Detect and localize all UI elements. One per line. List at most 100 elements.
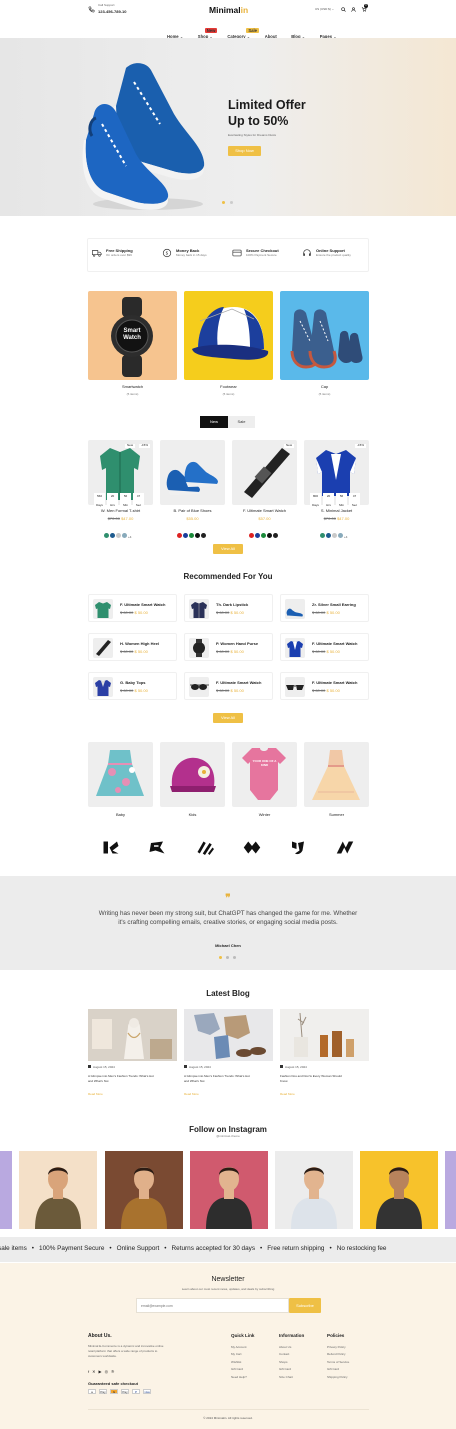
tab-new[interactable]: New xyxy=(200,416,228,428)
recommended-item-name[interactable]: H. Women High Heel xyxy=(120,641,159,646)
swatch[interactable] xyxy=(332,533,337,538)
blog-post-title[interactable]: A Glimpse into Men's Fashion Trends: Wha… xyxy=(88,1074,180,1084)
category-smartwatch-name[interactable]: Smartwatch xyxy=(88,384,177,389)
instagram-handle[interactable]: @minimaL.theme xyxy=(0,1134,456,1139)
swatch[interactable] xyxy=(249,533,254,538)
recommended-item[interactable]: G. Baby Tops $ 60.00 $ 50.00 xyxy=(88,672,177,700)
swatch[interactable] xyxy=(273,533,278,538)
product-card[interactable]: New xyxy=(232,440,297,505)
blog-post-title[interactable]: Fashion Dos and Don'ts Every Woman Shoul… xyxy=(280,1074,372,1084)
footer-link[interactable]: Refund Policy xyxy=(327,1352,349,1357)
view-all-button[interactable]: View All xyxy=(213,713,243,723)
instagram-post-image[interactable] xyxy=(0,1151,12,1229)
kids-category-winter-image[interactable]: YOUR ONE OF A KIND xyxy=(232,742,297,807)
instagram-post-image[interactable] xyxy=(360,1151,438,1229)
recommended-item[interactable]: Zr. Silver Small Earring $ 60.00 $ 50.00 xyxy=(280,594,369,622)
swatch[interactable] xyxy=(261,533,266,538)
recommended-item[interactable]: F. Ultimate Smart Watch $ 60.00 $ 50.00 xyxy=(88,594,177,622)
slider-dot[interactable] xyxy=(226,956,229,959)
recommended-item-name[interactable]: F. Ultimate Smart Watch xyxy=(312,641,357,646)
footer-link[interactable]: Terms of Service xyxy=(327,1360,349,1365)
product-card[interactable]: New -15% 560 Days 20 Hrs 56 Min 47 Sec xyxy=(88,440,153,512)
category-cap-image[interactable] xyxy=(280,291,369,380)
color-swatches[interactable] xyxy=(177,525,207,543)
swatch[interactable] xyxy=(183,533,188,538)
instagram-post-image[interactable] xyxy=(19,1151,97,1229)
swatch[interactable] xyxy=(177,533,182,538)
recommended-item-name[interactable]: F. Ultimate Smart Watch xyxy=(312,680,357,685)
blog-image[interactable] xyxy=(280,1009,369,1061)
user-icon[interactable] xyxy=(351,7,356,12)
color-swatches[interactable]: +4 xyxy=(320,525,348,543)
swatch[interactable] xyxy=(255,533,260,538)
footer-link[interactable]: Need Help? xyxy=(231,1375,247,1380)
color-swatches[interactable]: +4 xyxy=(104,525,132,543)
category-smartwatch-image[interactable]: Smart Watch xyxy=(88,291,177,380)
recommended-item[interactable]: P. Women Hand Purse $ 60.00 $ 50.00 xyxy=(184,633,273,661)
footer-link[interactable]: About Us xyxy=(279,1345,293,1350)
kids-category-baby-image[interactable] xyxy=(88,742,153,807)
tab-sale[interactable]: Sale xyxy=(228,416,255,428)
category-footwear-image[interactable] xyxy=(184,291,273,380)
color-swatches[interactable] xyxy=(249,525,279,543)
footer-link[interactable]: Contact xyxy=(279,1352,293,1357)
footer-link[interactable]: My Account xyxy=(231,1345,247,1350)
instagram-post-image[interactable] xyxy=(275,1151,353,1229)
swatch[interactable] xyxy=(267,533,272,538)
recommended-item[interactable]: F. Ultimate Smart Watch $ 60.00 $ 50.00 xyxy=(184,672,273,700)
brand-logo-icon[interactable] xyxy=(148,840,166,855)
recommended-item-name[interactable]: P. Women Hand Purse xyxy=(216,641,258,646)
swatch[interactable] xyxy=(189,533,194,538)
footer-link[interactable]: My Cart xyxy=(231,1352,247,1357)
shop-now-button[interactable]: Shop Now xyxy=(228,146,261,156)
footer-link[interactable]: Shops xyxy=(279,1360,293,1365)
blog-image[interactable] xyxy=(184,1009,273,1061)
footer-link[interactable]: Gift Card xyxy=(327,1367,349,1372)
brand-logo-icon[interactable] xyxy=(102,840,120,855)
newsletter-email-input[interactable] xyxy=(136,1298,289,1313)
slider-dot-active[interactable] xyxy=(219,956,222,959)
category-cap-name[interactable]: Cap xyxy=(280,384,369,389)
swatch[interactable] xyxy=(110,533,115,538)
footer-link[interactable]: Gift Card xyxy=(279,1367,293,1372)
footer-link[interactable]: Gift Card xyxy=(231,1367,247,1372)
product-name[interactable]: W. Men Formal T-shirt xyxy=(88,508,153,513)
kids-category-kids-name[interactable]: Kids xyxy=(160,812,225,817)
footer-link[interactable]: Size Chart xyxy=(279,1375,293,1380)
recommended-item-name[interactable]: F. Ultimate Smart Watch xyxy=(216,680,261,685)
support-phone[interactable]: 123-456-789-10 xyxy=(98,9,126,14)
slider-dot[interactable] xyxy=(230,201,233,204)
blog-post-title[interactable]: A Glimpse into Men's Fashion Trends: Wha… xyxy=(184,1074,276,1084)
product-name[interactable]: B. Pair of Blue Shoes xyxy=(160,508,225,513)
footer-link[interactable]: Wishlist xyxy=(231,1360,247,1365)
swatch[interactable] xyxy=(338,533,343,538)
kids-category-summer-image[interactable] xyxy=(304,742,369,807)
footer-link[interactable]: Privacy Policy xyxy=(327,1345,349,1350)
slider-dot-active[interactable] xyxy=(222,201,225,204)
recommended-item[interactable]: H. Women High Heel $ 60.00 $ 50.00 xyxy=(88,633,177,661)
recommended-item[interactable]: F. Ultimate Smart Watch $ 60.00 $ 50.00 xyxy=(280,672,369,700)
product-card[interactable]: -15% 800 Days 20 Hrs 56 Min 47 Sec xyxy=(304,440,369,512)
recommended-item-name[interactable]: F. Ultimate Smart Watch xyxy=(120,602,165,607)
swatch[interactable] xyxy=(104,533,109,538)
swatch[interactable] xyxy=(201,533,206,538)
footer-link[interactable]: Shipping Policy xyxy=(327,1375,349,1380)
swatch[interactable] xyxy=(122,533,127,538)
instagram-post-image[interactable] xyxy=(445,1151,456,1229)
product-card[interactable] xyxy=(160,440,225,505)
kids-category-kids-image[interactable] xyxy=(160,742,225,807)
brand-logo-icon[interactable] xyxy=(335,840,355,855)
product-name[interactable]: S. Minimal Jacket xyxy=(304,508,369,513)
instagram-post-image[interactable] xyxy=(105,1151,183,1229)
kids-category-winter-name[interactable]: Winter xyxy=(232,812,297,817)
subscribe-button[interactable]: Subscribe xyxy=(289,1298,321,1313)
brand-logo-icon[interactable] xyxy=(290,840,306,855)
swatch[interactable] xyxy=(326,533,331,538)
currency-selector[interactable]: US (USD $) ⌄ xyxy=(315,7,334,12)
kids-category-baby-name[interactable]: Baby xyxy=(88,812,153,817)
kids-category-summer-name[interactable]: Summer xyxy=(304,812,369,817)
blog-image[interactable] xyxy=(88,1009,177,1061)
search-icon[interactable] xyxy=(341,7,346,12)
recommended-item-name[interactable]: Th. Dark Lipstick xyxy=(216,602,248,607)
brand-logo-icon[interactable] xyxy=(196,840,214,855)
